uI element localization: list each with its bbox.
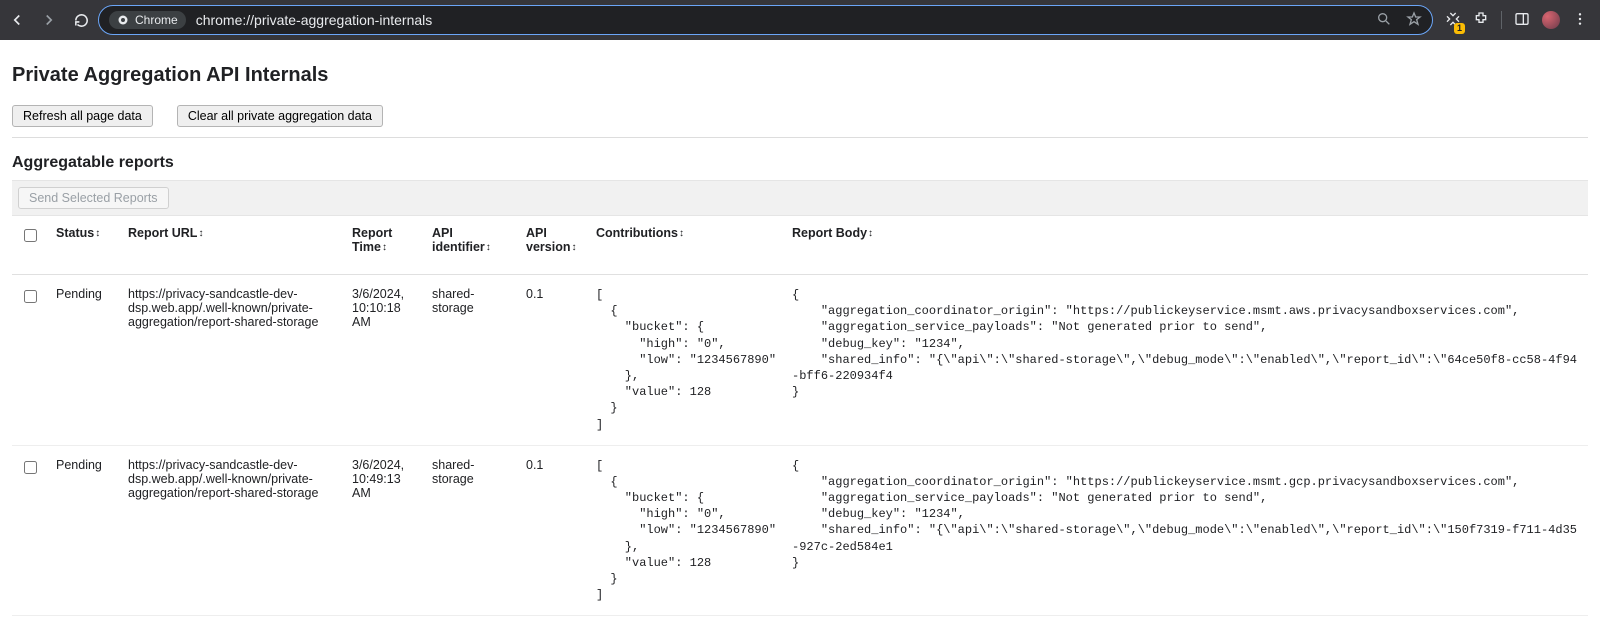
zoom-icon[interactable] bbox=[1376, 11, 1392, 30]
url-text: chrome://private-aggregation-internals bbox=[196, 12, 433, 28]
refresh-button[interactable]: Refresh all page data bbox=[12, 105, 153, 127]
cell-status: Pending bbox=[48, 275, 120, 446]
site-chip[interactable]: Chrome bbox=[109, 11, 186, 29]
send-reports-button[interactable]: Send Selected Reports bbox=[18, 187, 169, 209]
toolbar-divider bbox=[1501, 11, 1502, 29]
cell-time: 3/6/2024, 10:10:18 AM bbox=[344, 275, 424, 446]
reports-table: Status↕ Report URL↕ Report Time↕ API ide… bbox=[12, 216, 1588, 616]
bookmark-icon[interactable] bbox=[1406, 11, 1422, 30]
row-checkbox[interactable] bbox=[24, 461, 37, 474]
back-icon[interactable] bbox=[8, 11, 26, 29]
col-header-version[interactable]: API version↕ bbox=[518, 216, 588, 275]
sort-icon: ↕ bbox=[382, 242, 387, 253]
avatar[interactable] bbox=[1542, 11, 1560, 29]
col-header-api[interactable]: API identifier↕ bbox=[424, 216, 518, 275]
divider bbox=[12, 137, 1588, 138]
extensions-badge-icon[interactable] bbox=[1445, 11, 1461, 30]
cell-url: https://privacy-sandcastle-dev-dsp.web.a… bbox=[120, 445, 344, 616]
cell-body: { "aggregation_coordinator_origin": "htt… bbox=[784, 445, 1588, 616]
col-header-time[interactable]: Report Time↕ bbox=[344, 216, 424, 275]
page-content: Private Aggregation API Internals Refres… bbox=[0, 40, 1600, 626]
row-checkbox[interactable] bbox=[24, 290, 37, 303]
cell-version: 0.1 bbox=[518, 445, 588, 616]
sort-icon: ↕ bbox=[95, 228, 100, 239]
section-heading: Aggregatable reports bbox=[12, 154, 1588, 172]
cell-body: { "aggregation_coordinator_origin": "htt… bbox=[784, 275, 1588, 446]
sort-icon: ↕ bbox=[679, 228, 684, 239]
table-header-row: Status↕ Report URL↕ Report Time↕ API ide… bbox=[12, 216, 1588, 275]
cell-api: shared-storage bbox=[424, 445, 518, 616]
col-header-url[interactable]: Report URL↕ bbox=[120, 216, 344, 275]
chrome-icon bbox=[117, 14, 129, 26]
clear-button[interactable]: Clear all private aggregation data bbox=[177, 105, 383, 127]
table-row: Pending https://privacy-sandcastle-dev-d… bbox=[12, 445, 1588, 616]
cell-time: 3/6/2024, 10:49:13 AM bbox=[344, 445, 424, 616]
extensions-icon[interactable] bbox=[1473, 11, 1489, 30]
cell-contrib: [ { "bucket": { "high": "0", "low": "123… bbox=[588, 275, 784, 446]
cell-contrib: [ { "bucket": { "high": "0", "low": "123… bbox=[588, 445, 784, 616]
sort-icon: ↕ bbox=[486, 242, 491, 253]
cell-status: Pending bbox=[48, 445, 120, 616]
menu-icon[interactable] bbox=[1572, 11, 1588, 30]
page-title: Private Aggregation API Internals bbox=[12, 64, 1588, 87]
col-header-contrib[interactable]: Contributions↕ bbox=[588, 216, 784, 275]
site-chip-label: Chrome bbox=[135, 13, 178, 27]
select-all-checkbox[interactable] bbox=[24, 229, 37, 242]
cell-url: https://privacy-sandcastle-dev-dsp.web.a… bbox=[120, 275, 344, 446]
table-row: Pending https://privacy-sandcastle-dev-d… bbox=[12, 275, 1588, 446]
sort-icon: ↕ bbox=[571, 242, 576, 253]
col-header-body[interactable]: Report Body↕ bbox=[784, 216, 1588, 275]
sort-icon: ↕ bbox=[868, 228, 873, 239]
section-toolbar: Send Selected Reports bbox=[12, 180, 1588, 216]
sort-icon: ↕ bbox=[198, 228, 203, 239]
reload-icon[interactable] bbox=[72, 11, 90, 29]
cell-api: shared-storage bbox=[424, 275, 518, 446]
side-panel-icon[interactable] bbox=[1514, 11, 1530, 30]
address-bar[interactable]: Chrome chrome://private-aggregation-inte… bbox=[98, 5, 1433, 35]
forward-icon[interactable] bbox=[40, 11, 58, 29]
col-header-status[interactable]: Status↕ bbox=[48, 216, 120, 275]
cell-version: 0.1 bbox=[518, 275, 588, 446]
browser-toolbar: Chrome chrome://private-aggregation-inte… bbox=[0, 0, 1600, 40]
